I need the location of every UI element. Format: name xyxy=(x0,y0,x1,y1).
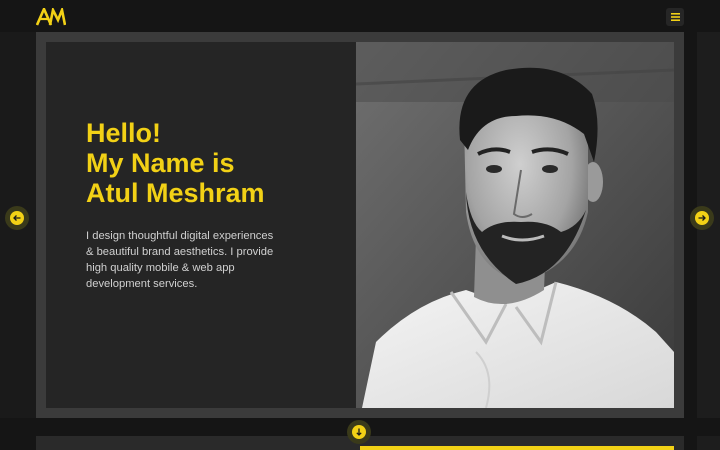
menu-button[interactable] xyxy=(666,8,684,26)
name-line-1: My Name is xyxy=(86,148,235,178)
next-section-accent xyxy=(360,446,674,450)
arrow-right-icon xyxy=(698,215,706,221)
name-line-2: Atul Meshram xyxy=(86,178,265,208)
hero-heading: Hello! My Name is Atul Meshram xyxy=(86,118,346,208)
next-slide-button[interactable] xyxy=(690,206,714,230)
hero-description: I design thoughtful digital experiences … xyxy=(86,230,274,290)
next-section-peek xyxy=(697,436,720,450)
intro-panel xyxy=(46,42,355,408)
scroll-down-icon xyxy=(356,428,362,436)
logo[interactable] xyxy=(36,8,66,26)
portrait-photo xyxy=(356,42,674,408)
scroll-down-button[interactable] xyxy=(347,420,371,444)
greeting-text: Hello! xyxy=(86,118,162,148)
arrow-left-icon xyxy=(13,215,21,221)
hamburger-icon xyxy=(670,13,680,21)
top-bar xyxy=(0,0,720,32)
previous-slide-button[interactable] xyxy=(5,206,29,230)
